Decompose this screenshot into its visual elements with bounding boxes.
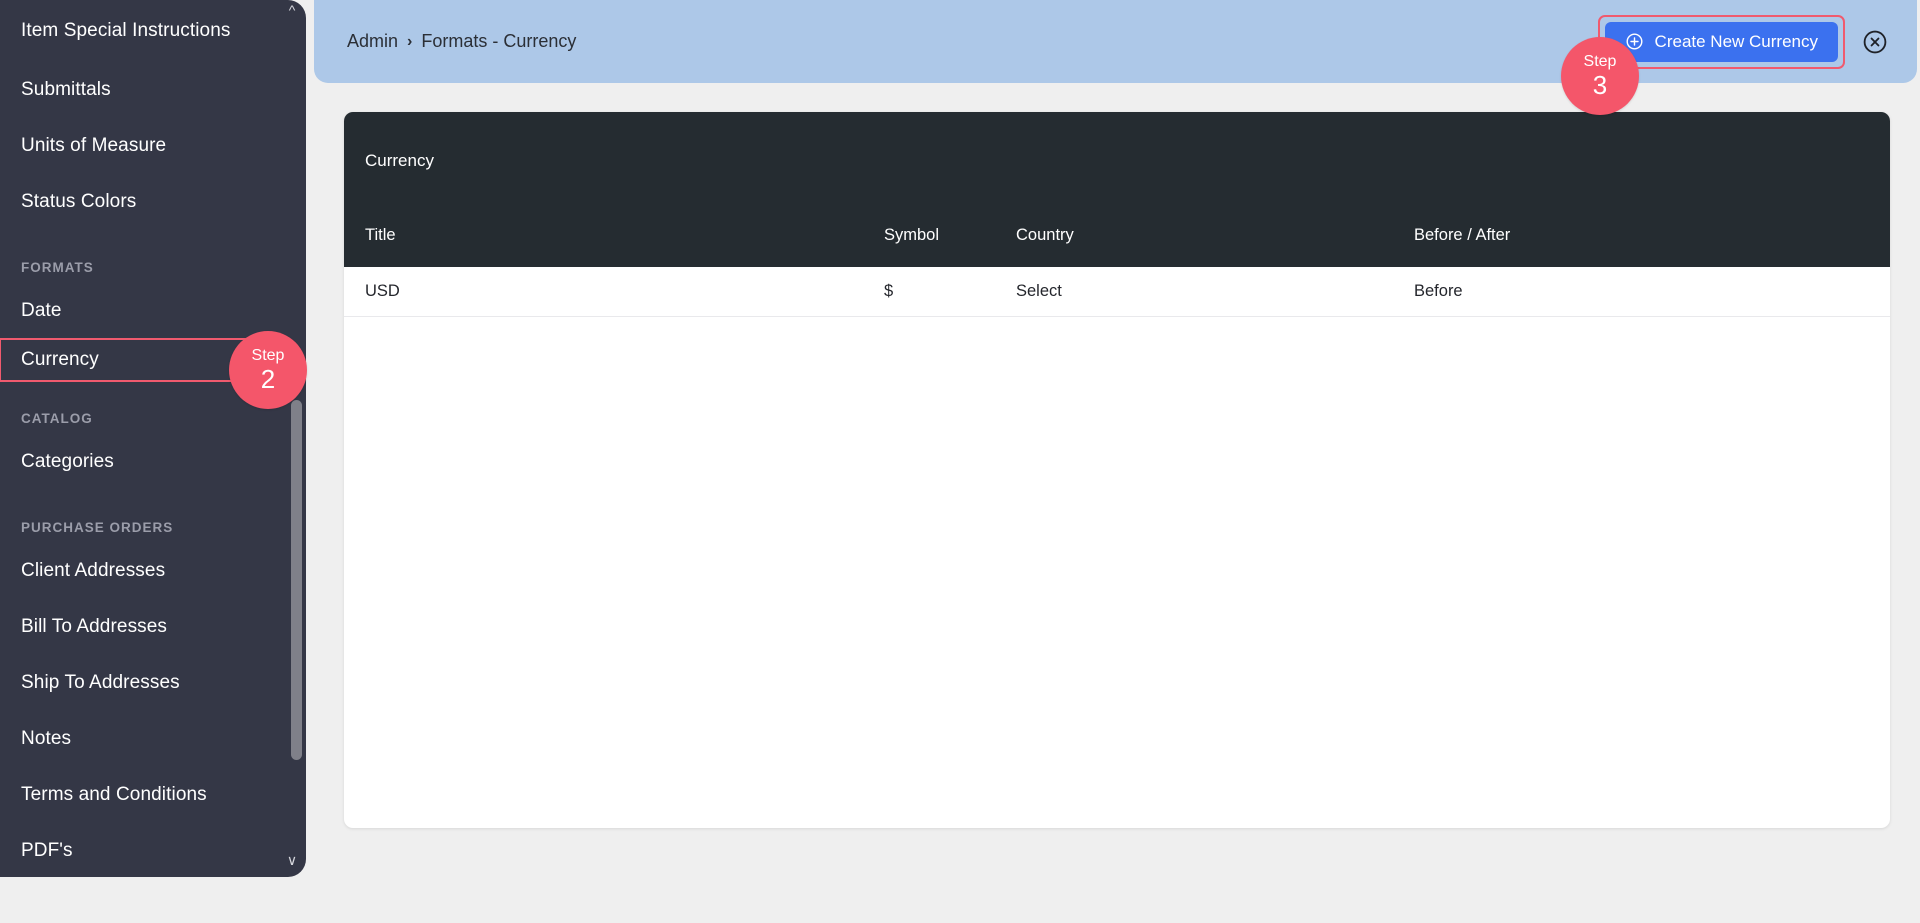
cell-before_after: Before: [1414, 282, 1463, 300]
table-row[interactable]: USD $ Select Before: [344, 267, 1890, 317]
sidebar-item-bill-to-addresses-label: Bill To Addresses: [21, 616, 168, 637]
step-badge-3-number: 3: [1592, 70, 1608, 100]
sidebar-item-bill-to-addresses[interactable]: Bill To Addresses: [0, 599, 306, 655]
sidebar-nav-list: Item Special Instructions Submittals Units…: [0, 0, 306, 877]
sidebar-item-submittals[interactable]: Submittals: [0, 62, 306, 118]
header-actions: Create New Currency: [1597, 14, 1889, 69]
column-header-3[interactable]: Before / After: [1414, 226, 1510, 245]
breadcrumb-current: Formats - Currency: [421, 31, 577, 51]
sidebar-item-client-addresses[interactable]: Client Addresses: [0, 543, 306, 599]
breadcrumb: Admin › Formats - Currency: [347, 31, 576, 52]
sidebar-section-purchase-orders: PURCHASE ORDERS: [0, 490, 306, 543]
column-header-2[interactable]: Country: [1016, 226, 1074, 245]
sidebar-section-formats: FORMATS: [0, 230, 306, 283]
currency-card-header: Currency Title Symbol Country Before / Afte…: [344, 112, 1890, 267]
sidebar-item-terms-and-conditions[interactable]: Terms and Conditions: [0, 767, 306, 823]
step-badge-2-number: 2: [260, 364, 276, 394]
sidebar-item-terms-and-conditions-label: Terms and Conditions: [21, 784, 207, 805]
step-badge-3: Step 3: [1561, 37, 1639, 115]
sidebar-item-categories[interactable]: Categories: [0, 434, 306, 490]
sidebar-item-ship-to-addresses-label: Ship To Addresses: [21, 672, 180, 693]
close-circle-icon[interactable]: [1861, 28, 1889, 56]
sidebar-section-formats-label: FORMATS: [21, 260, 94, 275]
sidebar-item-categories-label: Categories: [21, 451, 114, 472]
cell-symbol: $: [884, 282, 894, 300]
create-new-currency-button[interactable]: Create New Currency: [1604, 21, 1838, 62]
sidebar-item-item-special-instructions-label: Item Special Instructions: [21, 20, 231, 41]
app-root: Item Special Instructions Submittals Units…: [0, 0, 1920, 923]
chevron-right-icon: ›: [407, 32, 413, 50]
sidebar-item-pdfs-label: PDF's: [21, 840, 73, 861]
column-header-0[interactable]: Title: [365, 226, 396, 245]
breadcrumb-root[interactable]: Admin: [347, 31, 398, 52]
sidebar-section-purchase-orders-label: PURCHASE ORDERS: [21, 520, 174, 535]
sidebar-item-client-addresses-label: Client Addresses: [21, 560, 166, 581]
sidebar-scrollbar-thumb[interactable]: [291, 400, 302, 760]
create-new-currency-label: Create New Currency: [1654, 31, 1818, 51]
sidebar-item-ship-to-addresses[interactable]: Ship To Addresses: [0, 655, 306, 711]
sidebar-item-date-label: Date: [21, 300, 62, 321]
cell-country: Select: [1016, 282, 1062, 300]
page-header-bar: Admin › Formats - Currency Create New Cu…: [314, 0, 1917, 83]
scroll-up-chevron-icon[interactable]: ^: [284, 2, 300, 18]
sidebar-item-status-colors-label: Status Colors: [21, 191, 137, 212]
currency-card: Currency Title Symbol Country Before / Afte…: [344, 112, 1890, 828]
step-badge-2-word: Step: [251, 347, 285, 364]
sidebar-section-catalog-label: CATALOG: [21, 411, 93, 426]
sidebar-item-date[interactable]: Date: [0, 283, 306, 339]
sidebar-item-units-of-measure-label: Units of Measure: [21, 135, 167, 156]
sidebar: Item Special Instructions Submittals Units…: [0, 0, 306, 877]
sidebar-item-submittals-label: Submittals: [21, 79, 111, 100]
sidebar-item-status-colors[interactable]: Status Colors: [0, 174, 306, 230]
sidebar-item-notes-label: Notes: [21, 728, 72, 749]
sidebar-item-currency-label: Currency: [21, 349, 99, 370]
step-badge-2: Step 2: [229, 331, 307, 409]
sidebar-item-item-special-instructions[interactable]: Item Special Instructions: [0, 0, 306, 62]
scroll-down-chevron-icon[interactable]: ∨: [284, 852, 300, 868]
cell-title: USD: [365, 282, 400, 300]
sidebar-item-pdfs[interactable]: PDF's: [0, 823, 306, 877]
sidebar-item-notes[interactable]: Notes: [0, 711, 306, 767]
table-header-row: Title Symbol Country Before / After: [344, 214, 1890, 267]
currency-table-body: USD $ Select Before: [344, 267, 1890, 317]
step-badge-3-word: Step: [1583, 53, 1617, 70]
sidebar-item-units-of-measure[interactable]: Units of Measure: [0, 118, 306, 174]
card-title: Currency: [365, 151, 434, 170]
column-header-1[interactable]: Symbol: [884, 226, 939, 245]
